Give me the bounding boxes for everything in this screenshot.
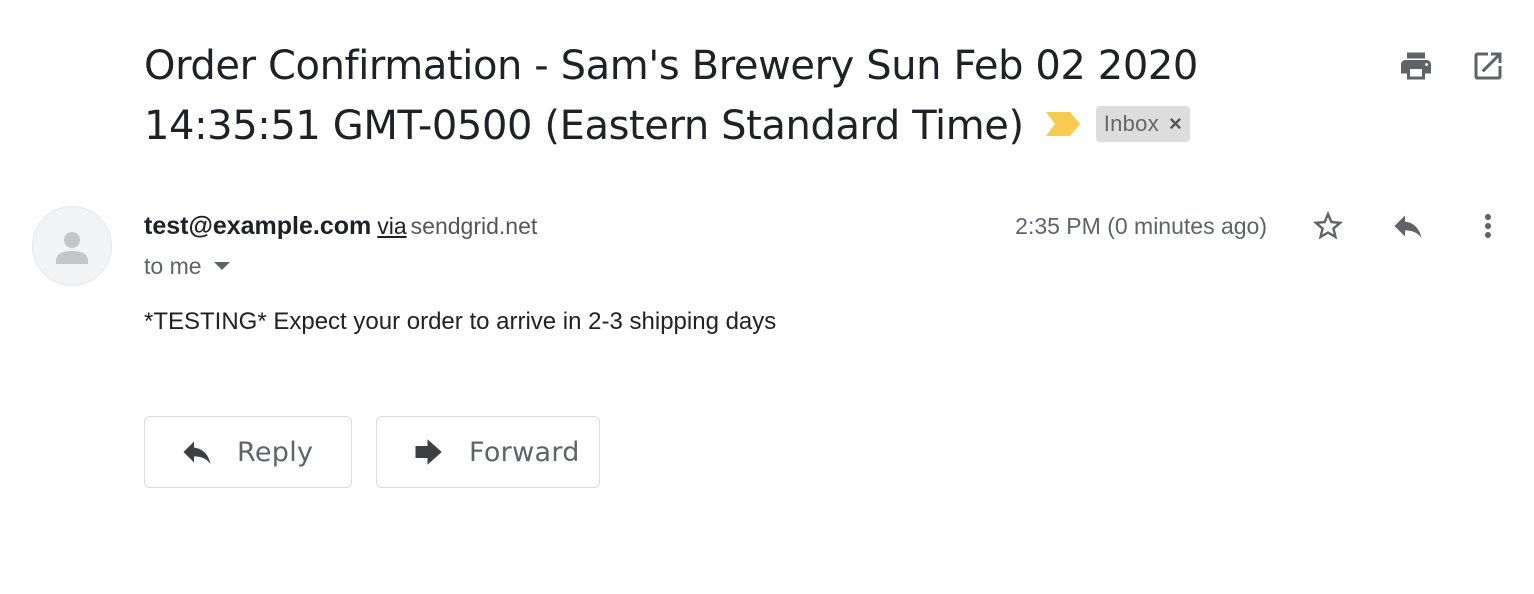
- forward-icon: [415, 439, 442, 465]
- open-in-new-window-icon: [1474, 52, 1502, 80]
- reply-icon: [183, 441, 211, 464]
- sender-line: test@example.com via sendgrid.net: [144, 210, 537, 242]
- more-vert-icon: [1485, 214, 1491, 238]
- importance-marker-icon[interactable]: [1045, 95, 1080, 136]
- print-all-button[interactable]: [1398, 48, 1434, 84]
- via-domain: sendgrid.net: [410, 213, 538, 239]
- reply-button[interactable]: Reply: [144, 416, 352, 488]
- reply-icon: [1394, 215, 1422, 238]
- print-icon: [1401, 52, 1431, 80]
- more-options-button[interactable]: [1470, 208, 1506, 244]
- email-body: *TESTING* Expect your order to arrive in…: [144, 308, 777, 335]
- sender-avatar[interactable]: [32, 206, 112, 286]
- star-button[interactable]: [1310, 208, 1346, 244]
- via-link[interactable]: via: [377, 213, 406, 239]
- email-view: Order Confirmation - Sam's Brewery Sun F…: [0, 0, 1534, 594]
- forward-button-label: Forward: [469, 436, 580, 468]
- subject-header: Order Confirmation - Sam's Brewery Sun F…: [144, 38, 1234, 155]
- caret-down-icon[interactable]: [213, 262, 230, 270]
- person-icon: [56, 232, 88, 264]
- subject-line-2: 14:35:51 GMT-0500 (Eastern Standard Time…: [144, 103, 1024, 149]
- reply-button-label: Reply: [237, 436, 314, 468]
- forward-button[interactable]: Forward: [376, 416, 600, 488]
- open-in-new-window-button[interactable]: [1470, 48, 1506, 84]
- star-icon: [1313, 211, 1343, 240]
- email-timestamp: 2:35 PM (0 minutes ago): [1015, 213, 1267, 239]
- inbox-label-text: Inbox: [1103, 111, 1160, 136]
- inbox-label-chip[interactable]: Inbox ×: [1095, 106, 1191, 142]
- remove-label-icon[interactable]: ×: [1169, 113, 1182, 135]
- reply-icon-button[interactable]: [1390, 208, 1426, 244]
- email-subject: Order Confirmation - Sam's Brewery Sun F…: [144, 38, 1234, 155]
- recipient-details[interactable]: to me: [144, 251, 230, 281]
- sender-email[interactable]: test@example.com: [144, 212, 371, 240]
- subject-line-1: Order Confirmation - Sam's Brewery Sun F…: [144, 43, 1198, 89]
- recipient-label: to me: [144, 253, 202, 279]
